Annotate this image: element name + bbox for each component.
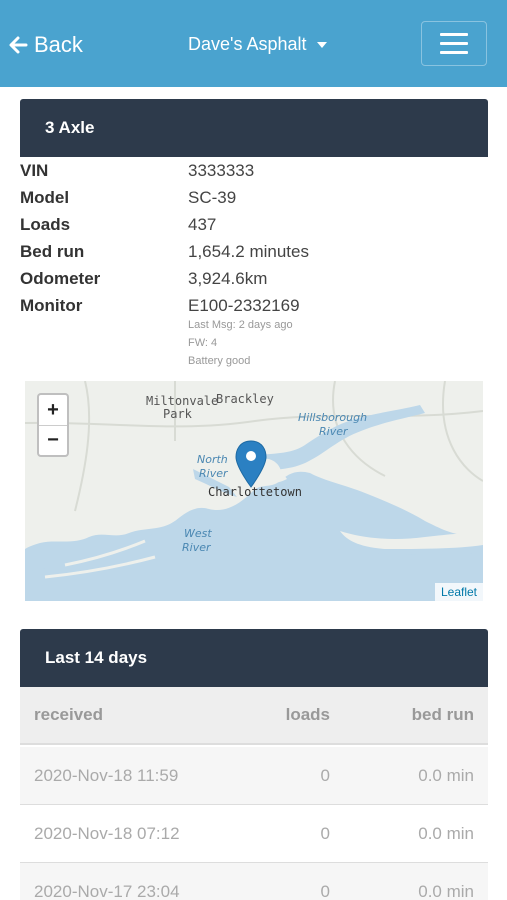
cell-bed-run: 0.0 min	[418, 823, 474, 843]
spec-label: Bed run	[20, 242, 85, 261]
spec-row-vin: VIN 3333333	[20, 161, 490, 185]
table-row[interactable]: 2020-Nov-18 11:59 0 0.0 min	[20, 747, 488, 805]
arrow-left-icon	[9, 36, 28, 54]
zoom-control: + −	[37, 393, 69, 457]
history-panel-header: Last 14 days	[20, 629, 488, 687]
cell-loads: 0	[320, 765, 330, 785]
spec-value: 3,924.6km	[188, 269, 268, 288]
hamburger-icon-bar	[440, 42, 468, 45]
map-label-north: North	[197, 453, 228, 466]
cell-loads: 0	[320, 881, 330, 900]
spec-row-odometer: Odometer 3,924.6km	[20, 269, 490, 293]
spec-value: 1,654.2 minutes	[188, 242, 309, 261]
map-label-hills-river: River	[319, 425, 349, 438]
cell-bed-run: 0.0 min	[418, 881, 474, 900]
zoom-in-button[interactable]: +	[39, 395, 67, 425]
hamburger-menu-button[interactable]	[421, 21, 487, 66]
history-title: Last 14 days	[45, 648, 148, 667]
map-label-brackley: Brackley	[216, 392, 274, 406]
cell-bed-run: 0.0 min	[418, 765, 474, 785]
spec-label: Monitor	[20, 296, 83, 315]
spec-row-bed-run: Bed run 1,654.2 minutes	[20, 242, 490, 266]
spec-label: Model	[20, 188, 70, 207]
spec-row-loads: Loads 437	[20, 215, 490, 239]
column-header-received[interactable]: received	[34, 687, 103, 743]
monitor-last-msg: Last Msg: 2 days ago	[188, 319, 293, 331]
table-header: received loads bed run	[20, 687, 488, 745]
table-row[interactable]: 2020-Nov-18 07:12 0 0.0 min	[20, 805, 488, 863]
location-map[interactable]: Miltonvale Park Brackley Hillsborough Ri…	[25, 381, 483, 601]
map-tiles: Miltonvale Park Brackley Hillsborough Ri…	[25, 381, 483, 601]
spec-label: Odometer	[20, 269, 101, 288]
map-label-city: Charlottetown	[208, 485, 302, 499]
hamburger-icon-bar	[440, 33, 468, 36]
spec-label: Loads	[20, 215, 71, 234]
monitor-battery: Battery good	[188, 355, 251, 367]
zoom-out-button[interactable]: −	[39, 425, 67, 455]
truck-panel-header: 3 Axle	[20, 99, 488, 157]
map-label-west-river: River	[182, 541, 212, 554]
hamburger-icon-bar	[440, 51, 468, 54]
spec-value: SC-39	[188, 188, 237, 207]
spec-value: E100-2332169	[188, 296, 300, 315]
column-header-bed-run[interactable]: bed run	[412, 687, 474, 743]
table-row[interactable]: 2020-Nov-17 23:04 0 0.0 min	[20, 863, 488, 900]
spec-value: 3333333	[188, 161, 255, 180]
monitor-firmware: FW: 4	[188, 337, 218, 349]
map-label-park: Park	[163, 407, 193, 421]
map-label-miltonvale: Miltonvale	[146, 394, 218, 408]
cell-received: 2020-Nov-18 11:59	[34, 765, 179, 785]
map-label-west: West	[184, 527, 212, 540]
spec-row-model: Model SC-39	[20, 188, 490, 212]
truck-title: 3 Axle	[45, 118, 95, 137]
back-label: Back	[34, 32, 83, 57]
top-navbar: Back Dave's Asphalt	[0, 0, 507, 87]
chevron-down-icon	[316, 42, 327, 48]
company-name: Dave's Asphalt	[188, 33, 307, 54]
company-dropdown[interactable]: Dave's Asphalt	[188, 32, 327, 56]
map-label-north-river: River	[199, 467, 229, 480]
spec-label: VIN	[20, 161, 49, 180]
back-button[interactable]: Back	[8, 30, 83, 60]
map-attribution-link[interactable]: Leaflet	[434, 583, 483, 601]
cell-loads: 0	[320, 823, 330, 843]
spec-value: 437	[188, 215, 217, 234]
cell-received: 2020-Nov-17 23:04	[34, 881, 180, 900]
map-label-hillsborough: Hillsborough	[298, 411, 367, 424]
cell-received: 2020-Nov-18 07:12	[34, 823, 180, 843]
spec-row-monitor: Monitor E100-2332169	[20, 296, 490, 320]
column-header-loads[interactable]: loads	[286, 687, 330, 743]
